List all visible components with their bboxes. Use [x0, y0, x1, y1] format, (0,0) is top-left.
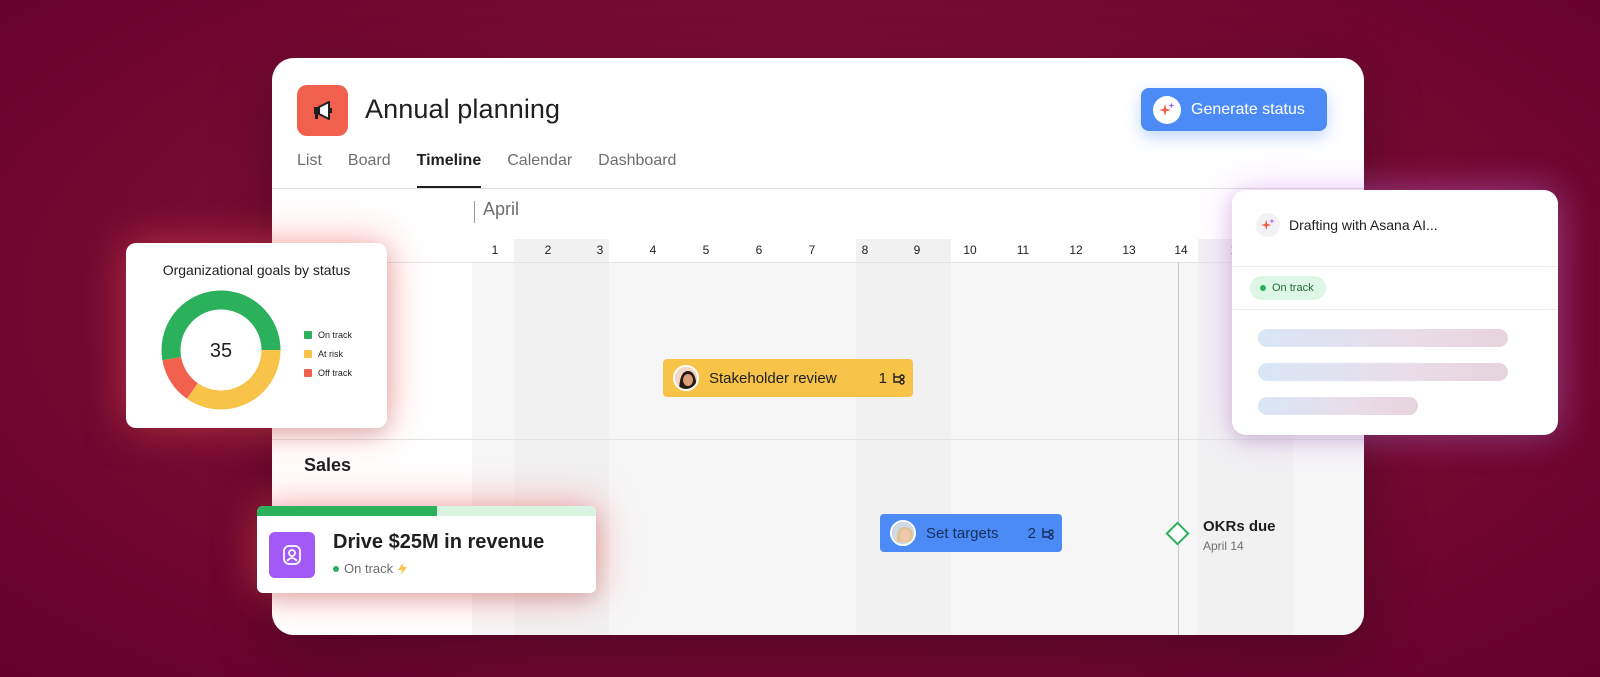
day-label: 13: [1122, 243, 1136, 257]
avatar: [890, 520, 916, 546]
legend-item: At risk: [304, 344, 352, 363]
legend-label: At risk: [318, 348, 344, 359]
subtask-icon: [1042, 528, 1054, 540]
ai-card-divider: [1232, 309, 1558, 310]
ai-card-title: Drafting with Asana AI...: [1289, 217, 1438, 233]
day-label: 6: [755, 243, 763, 257]
day-label: 8: [861, 243, 869, 257]
goals-status-card[interactable]: Organizational goals by status 35 On tra…: [126, 243, 387, 428]
page-title: Annual planning: [365, 94, 561, 124]
tab-timeline[interactable]: Timeline: [416, 146, 481, 188]
project-icon[interactable]: [297, 85, 348, 136]
day-header: 1 2 3 4 5 6 7 8 9 10 11 12 13 14 1: [272, 243, 1364, 263]
goals-total: 35: [210, 340, 232, 362]
day-label: 4: [649, 243, 657, 257]
legend-swatch: [304, 368, 312, 377]
ai-card-header: Drafting with Asana AI...: [1232, 190, 1558, 267]
day-label: 5: [702, 243, 710, 257]
sparkle-icon: [1256, 213, 1280, 237]
loading-skeleton-line: [1258, 397, 1418, 415]
day-label: 12: [1069, 243, 1083, 257]
today-line: [1178, 262, 1179, 635]
status-dot-icon: [333, 565, 339, 572]
subtask-count: 1: [879, 370, 905, 387]
megaphone-icon: [313, 100, 332, 120]
goals-card-title: Organizational goals by status: [162, 262, 351, 278]
view-tabs: List Board Timeline Calendar Dashboard: [297, 146, 676, 188]
section-label-sales: Sales: [304, 455, 352, 475]
goal-status-label: On track: [344, 561, 394, 576]
subtask-count: 2: [1028, 525, 1054, 542]
legend-swatch: [304, 349, 312, 358]
task-set-targets[interactable]: Set targets 2: [880, 514, 1062, 552]
goal-progress-bar: [257, 506, 596, 516]
status-badge-label: On track: [1272, 282, 1314, 294]
month-label: April: [483, 199, 520, 219]
person-badge-icon: [283, 545, 301, 565]
task-label: Set targets: [926, 524, 999, 542]
subtask-count-value: 2: [1027, 524, 1036, 542]
legend-item: Off track: [304, 363, 352, 382]
day-label: 3: [596, 243, 604, 257]
day-label: 10: [963, 243, 977, 257]
month-marker: [474, 201, 475, 223]
day-label: 14: [1174, 243, 1188, 257]
lightning-icon: [398, 562, 408, 575]
avatar: [673, 365, 699, 391]
goal-status: On track: [333, 561, 408, 576]
tab-list[interactable]: List: [297, 146, 322, 188]
generate-status-button[interactable]: Generate status: [1141, 88, 1327, 131]
status-dot-icon: [1260, 285, 1266, 291]
milestone-title: OKRs due: [1203, 518, 1276, 535]
day-label: 2: [544, 243, 552, 257]
row-divider: [272, 262, 1364, 263]
day-label: 9: [913, 243, 921, 257]
subtask-icon: [893, 373, 905, 385]
status-badge: On track: [1250, 276, 1326, 300]
tab-calendar[interactable]: Calendar: [507, 146, 572, 188]
legend-label: Off track: [318, 367, 352, 378]
weekend-shade: [856, 239, 951, 635]
task-stakeholder-review[interactable]: Stakeholder review 1: [663, 359, 913, 397]
day-label: 7: [808, 243, 816, 257]
tab-dashboard[interactable]: Dashboard: [598, 146, 676, 188]
goal-progress-fill: [257, 506, 437, 516]
tab-board[interactable]: Board: [348, 146, 391, 188]
day-label: 1: [491, 243, 499, 257]
legend-label: On track: [318, 329, 353, 340]
milestone-date: April 14: [1203, 539, 1244, 553]
task-label: Stakeholder review: [709, 369, 837, 387]
loading-skeleton-line: [1258, 329, 1508, 347]
goals-legend: On track At risk Off track: [304, 325, 352, 382]
legend-item: On track: [304, 325, 352, 344]
legend-swatch: [304, 330, 312, 339]
loading-skeleton-line: [1258, 363, 1508, 381]
goal-title: Drive $25M in revenue: [333, 531, 545, 553]
sparkle-icon: [1153, 95, 1181, 124]
goal-card-revenue[interactable]: Drive $25M in revenue On track: [257, 506, 596, 593]
row-divider: [272, 439, 1364, 440]
goals-donut-chart: 35: [161, 290, 281, 410]
donut-segment: [162, 356, 199, 399]
day-label: 11: [1016, 243, 1030, 257]
ai-drafting-card: Drafting with Asana AI... On track: [1232, 190, 1558, 435]
generate-status-label: Generate status: [1191, 100, 1305, 118]
goal-icon: [269, 532, 315, 578]
subtask-count-value: 1: [878, 369, 887, 387]
